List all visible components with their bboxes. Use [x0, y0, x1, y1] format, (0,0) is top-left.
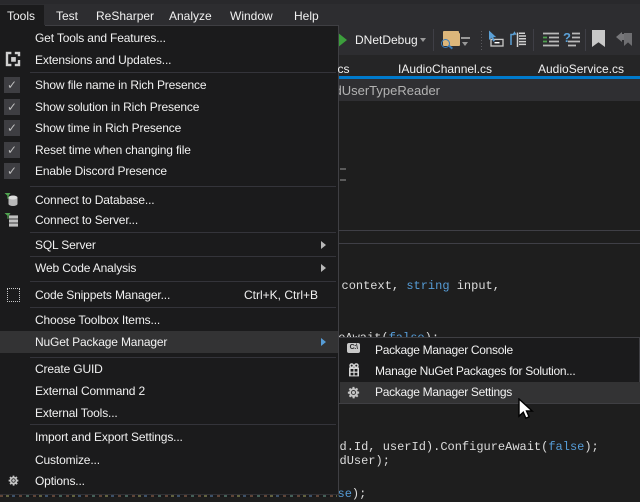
svg-text:?: ?	[563, 30, 571, 45]
